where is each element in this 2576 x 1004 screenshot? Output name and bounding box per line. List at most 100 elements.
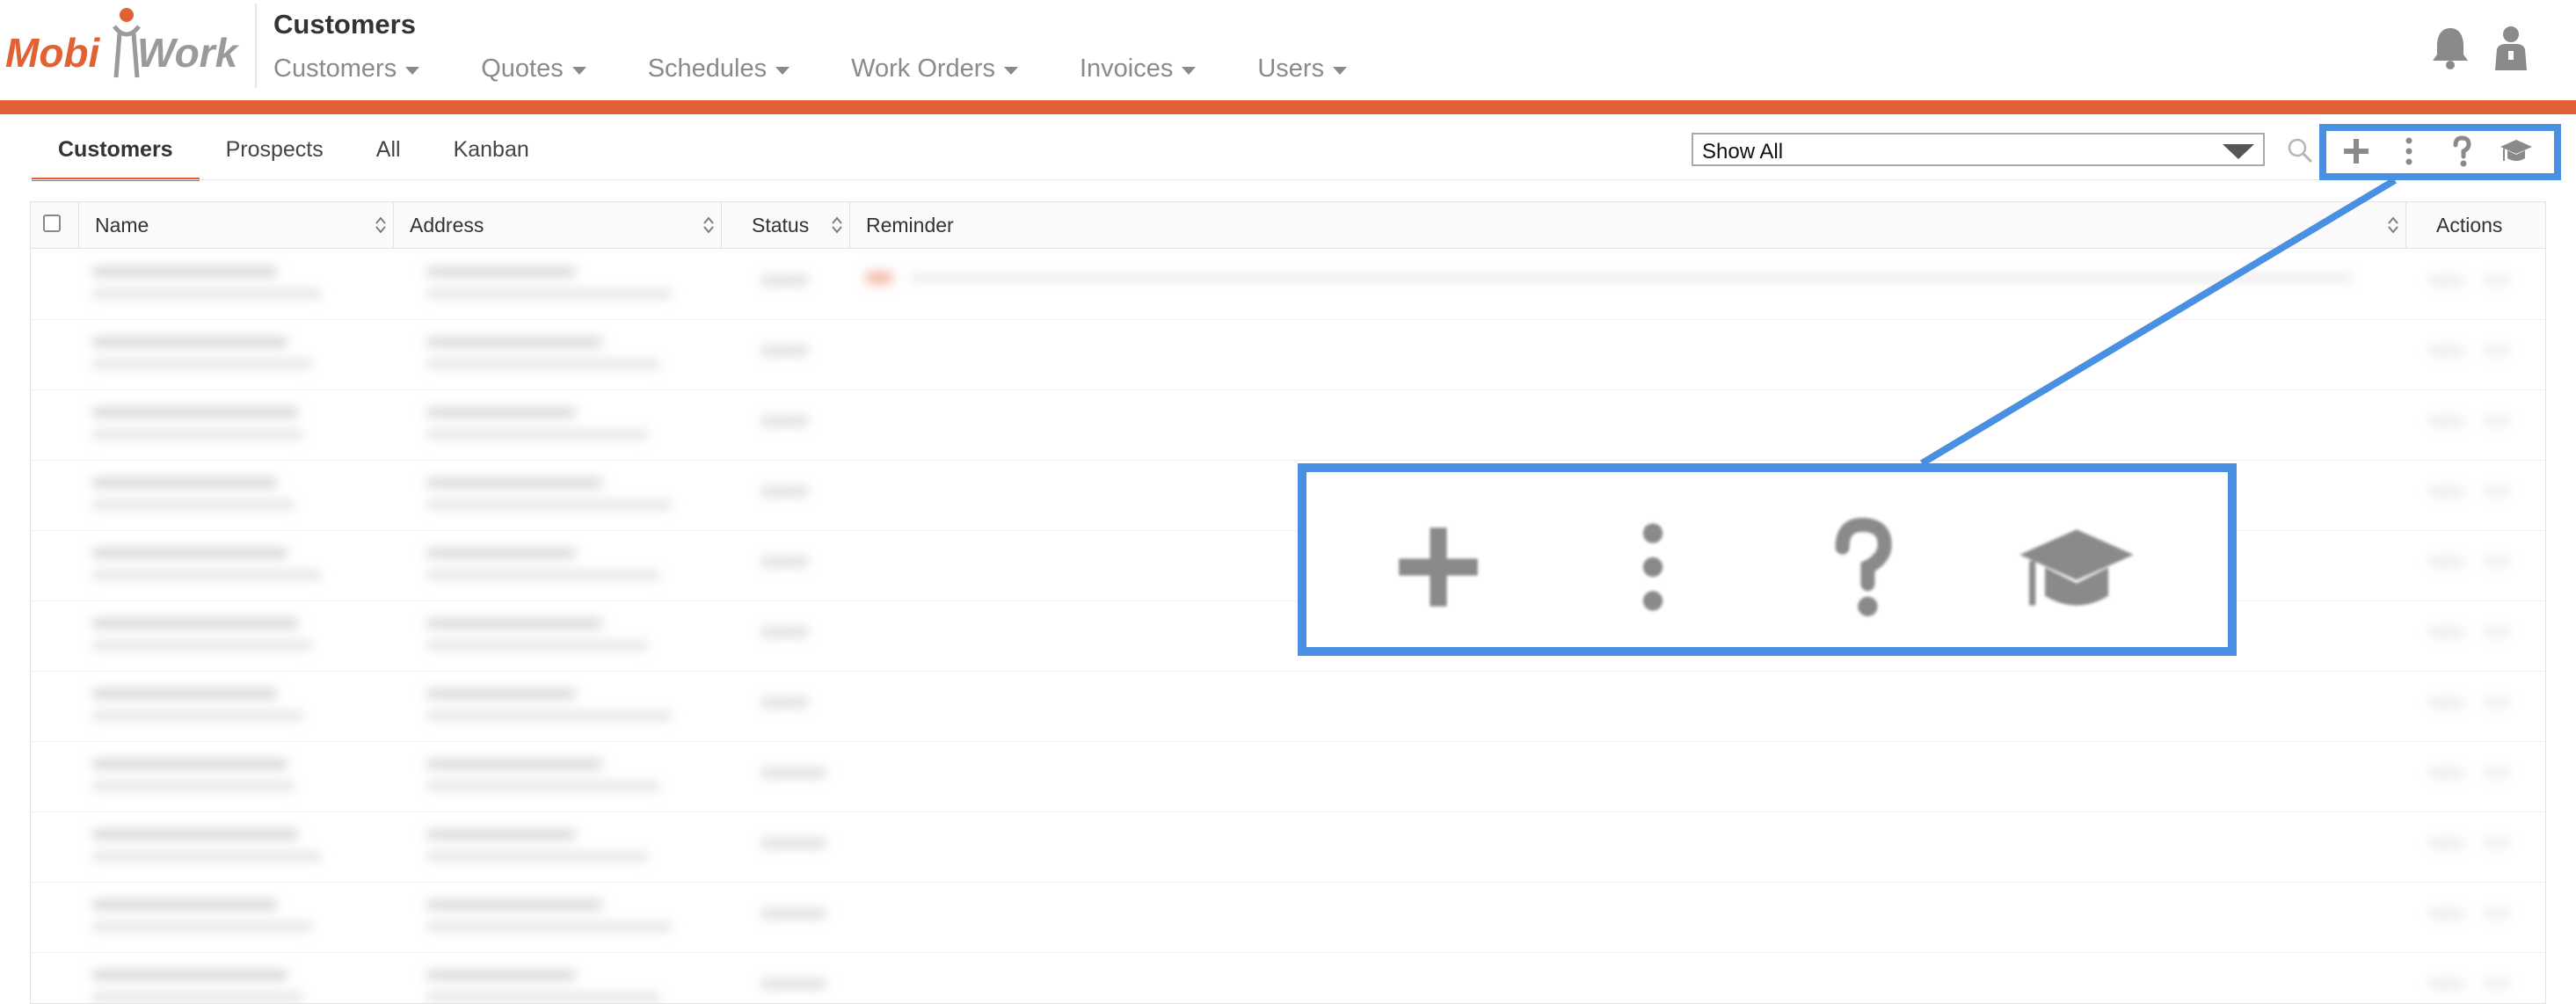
redacted-cell-content (2484, 275, 2510, 286)
redacted-cell-content (760, 908, 826, 919)
table-row[interactable] (31, 811, 2545, 883)
redacted-cell-content (2429, 346, 2464, 356)
column-header-reminder-label: Reminder (866, 214, 954, 236)
caret-down-icon (571, 66, 586, 75)
plus-icon (1399, 527, 1478, 607)
redacted-cell-content (2429, 838, 2464, 848)
nav-customers[interactable]: Customers (273, 55, 420, 84)
table-row[interactable] (31, 319, 2545, 390)
redacted-cell-content (760, 627, 809, 637)
redacted-cell-content (760, 416, 809, 426)
redacted-cell-content (426, 548, 576, 558)
sort-icon (2388, 216, 2398, 234)
redacted-cell-content (2484, 908, 2510, 919)
redacted-cell-content (92, 641, 312, 650)
redacted-cell-content (2484, 627, 2510, 637)
redacted-cell-content (92, 430, 303, 439)
redacted-cell-content (2484, 416, 2510, 426)
select-all-column (31, 202, 79, 248)
redacted-cell-content (760, 697, 809, 708)
redacted-cell-content (92, 289, 321, 298)
redacted-cell-content (760, 768, 826, 778)
logo-divider (255, 4, 257, 88)
caret-down-icon (405, 66, 420, 75)
table-row[interactable] (31, 741, 2545, 812)
nav-invoices[interactable]: Invoices (1080, 55, 1197, 84)
user-icon[interactable] (2493, 25, 2529, 70)
redacted-cell-content (426, 289, 673, 298)
redacted-cell-content (2429, 908, 2464, 919)
redacted-cell-content (92, 477, 277, 488)
column-header-address-label: Address (410, 214, 484, 236)
redacted-cell-content (2484, 979, 2510, 989)
redacted-cell-content (426, 993, 660, 1001)
tabs-divider (32, 179, 2546, 180)
select-all-checkbox[interactable] (43, 215, 61, 232)
tab-kanban[interactable]: Kanban (427, 130, 556, 178)
nav-quotes[interactable]: Quotes (481, 55, 586, 84)
nav-work-orders[interactable]: Work Orders (851, 55, 1018, 84)
mobiwork-logo[interactable]: Mobi Work (5, 7, 241, 83)
redacted-cell-content (92, 548, 287, 558)
table-row[interactable] (31, 882, 2545, 953)
column-header-status[interactable]: Status (722, 202, 850, 248)
redacted-cell-content (866, 272, 892, 284)
search-icon[interactable] (2286, 136, 2314, 164)
nav-schedules[interactable]: Schedules (648, 55, 790, 84)
tab-customers[interactable]: Customers (32, 130, 200, 181)
table-row[interactable] (31, 249, 2545, 320)
table-row[interactable] (31, 671, 2545, 742)
redacted-cell-content (92, 711, 303, 720)
redacted-cell-content (2429, 768, 2464, 778)
redacted-cell-content (426, 360, 660, 368)
header-accent-bar (0, 100, 2576, 114)
redacted-cell-content (2429, 275, 2464, 286)
redacted-cell-content (92, 970, 287, 980)
redacted-cell-content (426, 337, 602, 347)
column-header-name[interactable]: Name (79, 202, 394, 248)
redacted-cell-content (426, 407, 576, 418)
nav-users[interactable]: Users (1257, 55, 1348, 84)
redacted-cell-content (92, 407, 298, 418)
redacted-cell-content (2484, 486, 2510, 497)
redacted-cell-content (92, 829, 298, 840)
table-row[interactable] (31, 389, 2545, 461)
help-icon (1835, 517, 1892, 616)
table-row[interactable] (31, 952, 2545, 1003)
redacted-cell-content (92, 571, 321, 579)
column-header-reminder[interactable]: Reminder (850, 202, 2406, 248)
column-header-address[interactable]: Address (394, 202, 722, 248)
redacted-cell-content (2484, 346, 2510, 356)
column-header-actions-label: Actions (2436, 214, 2503, 236)
redacted-cell-content (426, 782, 660, 790)
column-header-name-label: Name (95, 214, 149, 236)
filter-select[interactable]: Show All (1692, 133, 2265, 166)
view-tabs: Customers Prospects All Kanban (32, 130, 556, 181)
redacted-cell-content (426, 571, 660, 579)
tab-prospects[interactable]: Prospects (200, 130, 350, 178)
caret-down-icon (1182, 66, 1197, 75)
redacted-cell-content (426, 899, 602, 910)
redacted-cell-content (92, 500, 295, 509)
bell-icon[interactable] (2430, 25, 2470, 70)
redacted-cell-content (760, 557, 809, 567)
redacted-cell-content (92, 688, 277, 699)
tab-all[interactable]: All (350, 130, 427, 178)
redacted-cell-content (426, 711, 673, 720)
redacted-cell-content (426, 852, 648, 861)
redacted-cell-content (426, 829, 576, 840)
redacted-cell-content (92, 899, 277, 910)
redacted-cell-content (760, 838, 826, 848)
redacted-cell-content (2484, 557, 2510, 567)
redacted-cell-content (92, 337, 287, 347)
redacted-cell-content (92, 360, 312, 368)
redacted-cell-content (2484, 768, 2510, 778)
redacted-cell-content (760, 486, 809, 497)
caret-down-icon (775, 66, 790, 75)
redacted-cell-content (426, 922, 673, 931)
redacted-cell-content (92, 266, 277, 277)
zoomed-toolbar-callout (1298, 463, 2237, 656)
table-header: Name Address Status Reminder Actions (31, 202, 2545, 249)
column-header-status-label: Status (752, 214, 810, 236)
caret-down-icon (1333, 66, 1348, 75)
